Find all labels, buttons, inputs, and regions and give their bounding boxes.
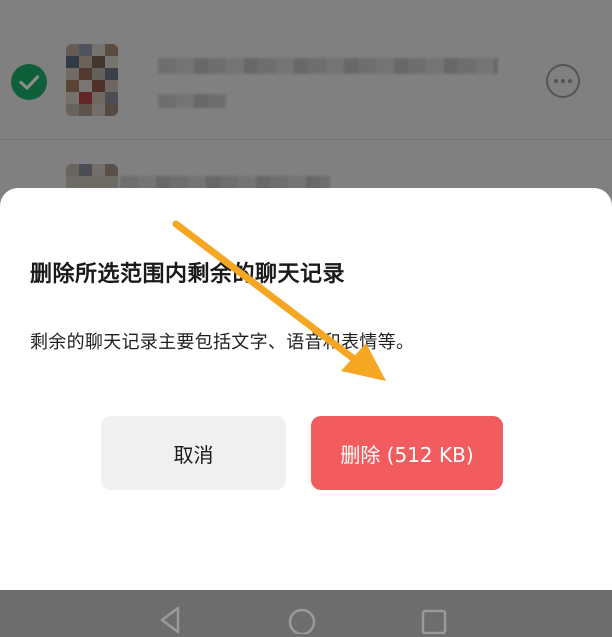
dialog-description: 剩余的聊天记录主要包括文字、语音和表情等。 (30, 332, 415, 353)
nav-recents-icon[interactable] (414, 600, 454, 634)
delete-button[interactable]: 删除 (512 KB) (311, 416, 503, 490)
cancel-button[interactable]: 取消 (101, 416, 286, 490)
delete-dialog (0, 188, 612, 590)
dialog-title: 删除所选范围内剩余的聊天记录 (30, 262, 346, 287)
navigation-bar (0, 590, 612, 637)
nav-home-icon[interactable] (282, 600, 322, 634)
screen: 删除所选范围内剩余的聊天记录 剩余的聊天记录主要包括文字、语音和表情等。 取消 … (0, 0, 612, 637)
nav-back-icon[interactable] (150, 600, 190, 634)
